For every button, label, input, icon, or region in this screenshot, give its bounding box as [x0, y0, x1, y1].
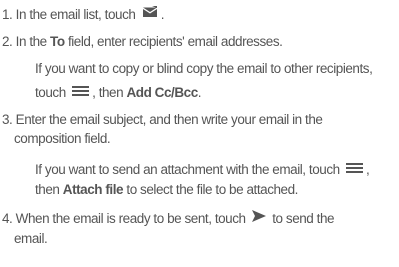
step-4-pre: 4. When the email is ready to be sent, t…	[2, 211, 246, 226]
step-3-note-end: to select the file to be attached.	[123, 182, 298, 197]
step-2-note-line-1: If you want to copy or blind copy the em…	[35, 61, 373, 76]
step-1-end: .	[160, 7, 165, 22]
step-3-note-line-1: If you want to send an attachment with t…	[35, 161, 370, 178]
step-2-note-line-2: touch , then Add Cc/Bcc.	[35, 84, 202, 101]
step-3-line-1: 3. Enter the email subject, and then wri…	[2, 112, 323, 127]
step-3-note-comma: ,	[366, 162, 370, 177]
step-3-note-then: then	[35, 182, 63, 197]
step-2-note-mid: , then	[92, 85, 127, 100]
step-2: 2. In the To field, enter recipients' em…	[2, 34, 283, 50]
step-2-note-pre: touch	[35, 85, 66, 100]
menu-icon	[346, 161, 364, 177]
add-cc-bcc-label: Add Cc/Bcc	[126, 85, 198, 100]
step-2-post: field, enter recipients' email addresses…	[64, 34, 283, 49]
step-4-line-1: 4. When the email is ready to be sent, t…	[2, 210, 335, 227]
step-1: 1. In the email list, touch .	[2, 6, 165, 23]
menu-icon	[72, 84, 90, 100]
compose-email-icon	[142, 6, 158, 22]
step-4-line-2: email.	[14, 231, 48, 246]
step-1-text: 1. In the email list, touch	[2, 7, 136, 22]
attach-file-label: Attach file	[62, 182, 124, 197]
step-2-pre: 2. In the	[2, 34, 51, 49]
step-3-note-line-2: then Attach file to select the file to b…	[35, 182, 298, 198]
send-icon	[251, 210, 266, 226]
to-field-label: To	[50, 34, 65, 49]
step-2-note-end: .	[197, 85, 202, 100]
step-3-line-2: composition field.	[14, 131, 111, 146]
step-4-post: to send the	[272, 211, 335, 226]
step-3-note-pre: If you want to send an attachment with t…	[35, 162, 340, 177]
